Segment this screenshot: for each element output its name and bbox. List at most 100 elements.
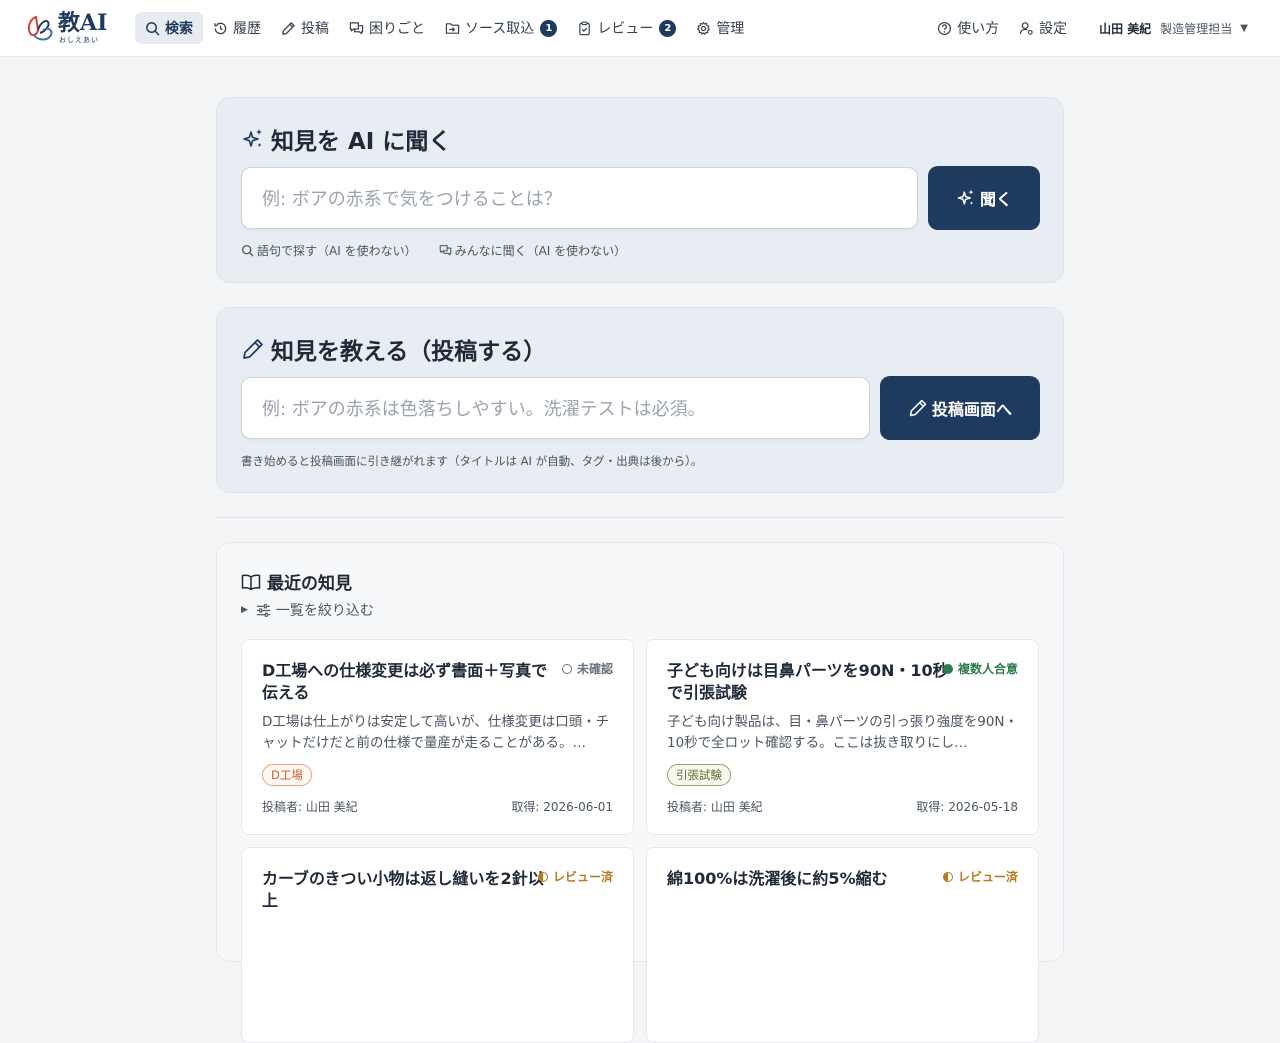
- nav-post[interactable]: 投稿: [271, 12, 339, 44]
- user-menu[interactable]: 山田 美紀 製造管理担当 ▼: [1099, 20, 1248, 37]
- card-date: 取得: 2026-06-01: [511, 800, 613, 814]
- card-title: 子ども向けは目鼻パーツを90N・10秒で引張試験: [667, 661, 949, 702]
- card-title: D工場への仕様変更は必ず書面＋写真で伝える: [262, 661, 548, 702]
- chat-icon: [439, 245, 451, 256]
- sparkles-icon: [957, 189, 974, 205]
- settings-label: 設定: [1039, 21, 1068, 37]
- teach-title-text: 知見を教える（投稿する）: [271, 339, 547, 365]
- nav-search[interactable]: 検索: [135, 12, 203, 44]
- sparkles-icon: [243, 129, 262, 147]
- status-half-circle-icon: [537, 871, 548, 882]
- nav-troubles[interactable]: 困りごと: [339, 12, 435, 44]
- recent-knowledge-title: 最近の知見: [241, 569, 352, 594]
- gear-icon: [697, 21, 711, 35]
- status-badge: 未確認: [561, 660, 613, 677]
- nav-review[interactable]: レビュー 2: [567, 12, 686, 44]
- pencil-icon: [909, 399, 927, 417]
- knowledge-card[interactable]: 綿100%は洗濯後に約5%縮む レビュー済: [646, 847, 1039, 1043]
- nav-review-label: レビュー: [597, 21, 654, 37]
- status-label: 未確認: [576, 662, 613, 676]
- card-body: D工場は仕上がりは安定して高いが、仕様変更は口頭・チャットだけだと前の仕様で量産…: [262, 714, 610, 751]
- caret-down-icon: ▼: [1240, 22, 1248, 34]
- source-import-badge: 1: [540, 19, 558, 37]
- nav-admin[interactable]: 管理: [686, 12, 754, 44]
- help-link[interactable]: 使い方: [927, 12, 1009, 44]
- card-author: 投稿者: 山田 美紀: [262, 800, 358, 814]
- user-settings-icon: [1019, 21, 1033, 35]
- filter-label: 一覧を絞り込む: [275, 603, 374, 619]
- teach-input[interactable]: 例: ボアの赤系は色落ちしやすい。洗濯テストは必須。: [241, 377, 870, 439]
- nav-source-import[interactable]: ソース取込 1: [435, 12, 567, 44]
- filter-toggle[interactable]: ▶ 一覧を絞り込む: [241, 600, 374, 620]
- teach-hint: 書き始めると投稿画面に引き継がれます（タイトルは AI が自動、タグ・出典は後か…: [241, 454, 703, 468]
- ask-ai-panel: 知見を AI に聞く 例: ボアの赤系で気をつけることは？ 聞く 語句で探す（A…: [216, 97, 1064, 283]
- status-label: 複数人合意: [957, 662, 1018, 676]
- status-dot-icon: [561, 663, 572, 674]
- logo-subtext: おしえあい: [59, 35, 99, 44]
- top-header: 教AI おしえあい 検索 履歴 投稿 困りごと ソース取込 1 レビュー 2 管…: [0, 0, 1280, 57]
- ask-button[interactable]: 聞く: [928, 166, 1040, 230]
- book-open-icon: [241, 574, 261, 590]
- card-title: カーブのきつい小物は返し縫いを2針以上: [262, 869, 544, 910]
- search-icon: [146, 21, 160, 35]
- nav-source-import-label: ソース取込: [465, 21, 535, 37]
- logo-text: 教AI: [58, 9, 108, 36]
- teach-title: 知見を教える（投稿する）: [241, 332, 546, 366]
- settings-link[interactable]: 設定: [1009, 12, 1077, 44]
- card-title: 綿100%は洗濯後に約5%縮む: [667, 869, 888, 888]
- card-body: 子ども向け製品は、目・鼻パーツの引っ張り強度を90N・10秒で全ロット確認する。…: [667, 714, 1019, 751]
- card-meta: 投稿者: 山田 美紀 取得: 2026-06-01: [262, 798, 613, 815]
- go-to-post-button[interactable]: 投稿画面へ: [880, 376, 1040, 440]
- ask-subactions: 語句で探す（AI を使わない） みんなに聞く（AI を使わない）: [241, 242, 648, 259]
- pencil-icon: [282, 21, 295, 35]
- ask-everyone-label: みんなに聞く（AI を使わない）: [454, 244, 627, 258]
- main-nav: 検索 履歴 投稿 困りごと ソース取込 1 レビュー 2 管理: [135, 12, 754, 44]
- ask-everyone-link[interactable]: みんなに聞く（AI を使わない）: [439, 242, 627, 259]
- nav-troubles-label: 困りごと: [369, 21, 425, 37]
- ask-ai-input[interactable]: 例: ボアの赤系で気をつけることは？: [241, 167, 918, 229]
- status-half-circle-icon: [942, 871, 953, 882]
- ask-button-label: 聞く: [979, 190, 1012, 209]
- status-label: レビュー済: [552, 870, 613, 884]
- review-badge: 2: [659, 19, 677, 37]
- status-dot-icon: [942, 663, 953, 674]
- status-badge: レビュー済: [537, 868, 613, 885]
- user-name: 山田 美紀: [1099, 21, 1152, 36]
- card-tag[interactable]: D工場: [262, 764, 312, 786]
- teach-panel: 知見を教える（投稿する） 例: ボアの赤系は色落ちしやすい。洗濯テストは必須。 …: [216, 307, 1064, 493]
- status-badge: 複数人合意: [942, 660, 1018, 677]
- knowledge-card[interactable]: D工場への仕様変更は必ず書面＋写真で伝える 未確認 D工場は仕上がりは安定して高…: [241, 639, 634, 835]
- ask-ai-title: 知見を AI に聞く: [241, 122, 451, 156]
- nav-search-label: 検索: [165, 21, 193, 37]
- pencil-icon: [243, 339, 263, 359]
- section-divider: [216, 517, 1064, 518]
- sliders-icon: [256, 603, 270, 617]
- card-tag[interactable]: 引張試験: [667, 764, 731, 786]
- status-label: レビュー済: [957, 870, 1018, 884]
- clipboard-check-icon: [579, 21, 591, 35]
- app-logo[interactable]: 教AI おしえあい: [26, 12, 126, 45]
- go-to-post-label: 投稿画面へ: [931, 400, 1012, 419]
- card-date: 取得: 2026-05-18: [916, 800, 1018, 814]
- search-by-term-label: 語句で探す（AI を使わない）: [257, 244, 417, 258]
- nav-post-label: 投稿: [301, 21, 329, 37]
- ask-ai-title-text: 知見を AI に聞く: [271, 129, 452, 155]
- knowledge-card[interactable]: カーブのきつい小物は返し縫いを2針以上 レビュー済: [241, 847, 634, 1043]
- help-icon: [938, 21, 952, 35]
- history-icon: [214, 22, 227, 34]
- card-author: 投稿者: 山田 美紀: [667, 800, 763, 814]
- header-right: 使い方 設定 山田 美紀 製造管理担当 ▼: [927, 12, 1248, 44]
- search-by-term-link[interactable]: 語句で探す（AI を使わない）: [241, 242, 417, 259]
- nav-history-label: 履歴: [233, 21, 261, 37]
- status-badge: レビュー済: [942, 868, 1018, 885]
- knowledge-card[interactable]: 子ども向けは目鼻パーツを90N・10秒で引張試験 複数人合意 子ども向け製品は、…: [646, 639, 1039, 835]
- chat-icon: [349, 21, 364, 34]
- nav-history[interactable]: 履歴: [203, 12, 271, 44]
- recent-knowledge-section: 最近の知見 ▶ 一覧を絞り込む D工場への仕様変更は必ず書面＋写真で伝える 未確…: [216, 542, 1064, 1043]
- user-role: 製造管理担当: [1160, 21, 1233, 36]
- logo-mark-icon: [27, 15, 53, 41]
- nav-admin-label: 管理: [716, 21, 745, 37]
- search-icon: [241, 244, 254, 257]
- import-icon: [445, 22, 460, 34]
- help-label: 使い方: [957, 21, 1000, 37]
